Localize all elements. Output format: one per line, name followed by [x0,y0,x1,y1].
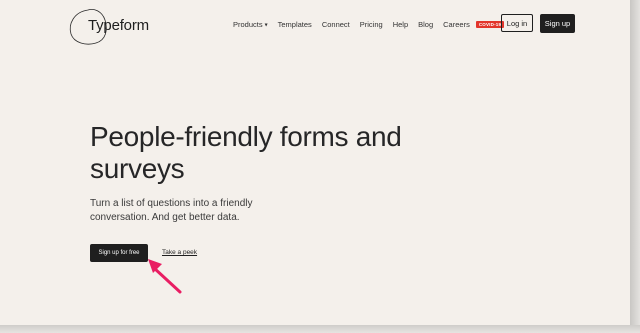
page: Typeform Products ▾ Templates Connect Pri… [0,0,630,325]
pointer-arrow-icon [148,259,182,294]
hero-title: People-friendly forms and surveys [90,121,402,184]
window-right-edge [630,0,640,333]
nav-templates[interactable]: Templates [278,20,312,29]
logo-text: Typeform [88,17,149,34]
nav-products-label: Products [233,19,263,29]
signup-button[interactable]: Sign up [540,14,575,33]
typeform-logo[interactable]: Typeform [68,6,149,45]
nav-connect[interactable]: Connect [322,20,350,29]
login-button[interactable]: Log in [501,14,533,32]
nav-blog[interactable]: Blog [418,20,433,29]
window-bottom-edge [0,325,640,333]
nav-pricing[interactable]: Pricing [360,20,383,29]
nav-products[interactable]: Products ▾ [233,20,268,29]
hero-subtitle: Turn a list of questions into a friendly… [90,198,253,223]
chevron-down-icon: ▾ [264,22,268,28]
nav-careers[interactable]: Careers [443,20,470,29]
main-nav: Products ▾ Templates Connect Pricing Help… [233,18,505,30]
covid-badge[interactable]: COVID-19 [475,20,505,28]
nav-help[interactable]: Help [393,20,408,29]
